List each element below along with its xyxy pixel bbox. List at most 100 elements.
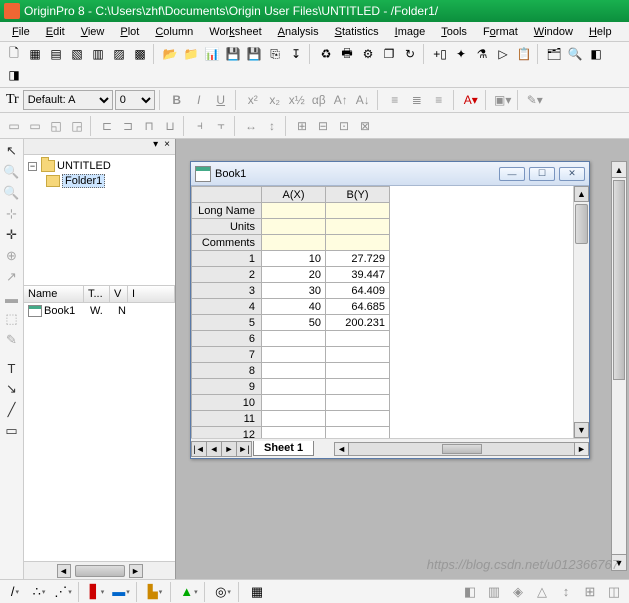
row-units[interactable]: Units: [192, 219, 262, 235]
dist-h-icon[interactable]: ⫞: [190, 116, 210, 136]
print-icon[interactable]: 🖶: [337, 44, 357, 64]
zoom-icon[interactable]: 🔍: [565, 44, 585, 64]
corner-cell[interactable]: [192, 187, 262, 203]
menu-worksheet[interactable]: Worksheet: [201, 24, 269, 40]
row-header[interactable]: 7: [192, 347, 262, 363]
link-icon[interactable]: ⊡: [334, 116, 354, 136]
cell[interactable]: 64.409: [326, 283, 390, 299]
cell[interactable]: 50: [262, 315, 326, 331]
cell[interactable]: [326, 347, 390, 363]
cell[interactable]: [262, 395, 326, 411]
contour-plot-icon[interactable]: ◎: [212, 582, 234, 602]
row-header[interactable]: 1: [192, 251, 262, 267]
stats-plot-icon[interactable]: ⊞: [579, 582, 601, 602]
cell[interactable]: [262, 203, 326, 219]
cell[interactable]: 30: [262, 283, 326, 299]
tool-b-icon[interactable]: ◨: [4, 65, 24, 85]
scroll-right-icon[interactable]: ►: [129, 564, 143, 578]
explorer-hscroll[interactable]: ◄ ►: [24, 561, 175, 579]
save-icon[interactable]: 💾: [223, 44, 243, 64]
scroll-up-icon[interactable]: ▲: [574, 186, 589, 202]
underline-icon[interactable]: U: [211, 90, 231, 110]
text-tool-icon[interactable]: T: [2, 358, 22, 378]
same-w-icon[interactable]: ↔: [241, 116, 261, 136]
align-b-icon[interactable]: ⊔: [160, 116, 180, 136]
line-color-icon[interactable]: ✎▾: [525, 90, 545, 110]
hscroll-right-icon[interactable]: ►: [574, 443, 588, 455]
same-h-icon[interactable]: ↕: [262, 116, 282, 136]
new-matrix-icon[interactable]: ▥: [88, 44, 108, 64]
new-notes-icon[interactable]: ▩: [130, 44, 150, 64]
cell[interactable]: [262, 363, 326, 379]
mask-icon[interactable]: ▬: [2, 288, 22, 308]
cell[interactable]: 20: [262, 267, 326, 283]
cell[interactable]: [262, 427, 326, 439]
save-template-icon[interactable]: 💾: [244, 44, 264, 64]
font-size-select[interactable]: 0: [115, 90, 155, 110]
column-plot-icon[interactable]: ▋: [86, 582, 108, 602]
row-header[interactable]: 3: [192, 283, 262, 299]
row-header[interactable]: 10: [192, 395, 262, 411]
explorer-dropdown-icon[interactable]: ▾: [150, 139, 161, 154]
duplicate-icon[interactable]: ❐: [379, 44, 399, 64]
data-selector-icon[interactable]: ↗: [2, 267, 22, 287]
fill-color-icon[interactable]: ▣▾: [493, 90, 513, 110]
mdi-scroll-up-icon[interactable]: ▲: [612, 162, 626, 178]
align-center-icon[interactable]: ≣: [407, 90, 427, 110]
maximize-icon[interactable]: ☐: [529, 167, 555, 181]
cell[interactable]: [262, 379, 326, 395]
cell[interactable]: [326, 395, 390, 411]
cell[interactable]: [262, 219, 326, 235]
sheet-tab[interactable]: Sheet 1: [253, 441, 314, 456]
col-name[interactable]: Name: [24, 286, 84, 302]
slideshow-icon[interactable]: ▷: [493, 44, 513, 64]
template-icon[interactable]: ◧: [459, 582, 481, 602]
menu-analysis[interactable]: Analysis: [270, 24, 327, 40]
menu-tools[interactable]: Tools: [433, 24, 475, 40]
row-header[interactable]: 6: [192, 331, 262, 347]
back-icon[interactable]: ◲: [67, 116, 87, 136]
import-wizard-icon[interactable]: ⎘: [265, 44, 285, 64]
cell[interactable]: [262, 235, 326, 251]
col-type[interactable]: T...: [84, 286, 110, 302]
scroll-down-icon[interactable]: ▼: [574, 422, 589, 438]
col-header-a[interactable]: A(X): [262, 187, 326, 203]
line-plot-icon[interactable]: /: [4, 582, 26, 602]
hscroll-left-icon[interactable]: ◄: [335, 443, 349, 455]
draw-data-icon[interactable]: ✎: [2, 330, 22, 350]
scatter-plot-icon[interactable]: ∴: [28, 582, 50, 602]
add-column-icon[interactable]: +▯: [430, 44, 450, 64]
recalculate-icon[interactable]: ♻: [316, 44, 336, 64]
new-excel-icon[interactable]: ▤: [46, 44, 66, 64]
bar-plot-icon[interactable]: ▬: [110, 582, 132, 602]
minimize-icon[interactable]: —: [499, 167, 525, 181]
sheet-hscroll[interactable]: ◄ ►: [334, 442, 589, 456]
front-icon[interactable]: ◱: [46, 116, 66, 136]
cell[interactable]: 39.447: [326, 267, 390, 283]
stock-icon[interactable]: ↕: [555, 582, 577, 602]
pointer-icon[interactable]: ↖: [2, 141, 22, 161]
cell[interactable]: [326, 203, 390, 219]
3d-bars-icon[interactable]: ▥: [483, 582, 505, 602]
row-header[interactable]: 8: [192, 363, 262, 379]
code-builder-icon[interactable]: ⚗: [472, 44, 492, 64]
area-plot-icon[interactable]: ▙: [144, 582, 166, 602]
mdi-vscroll[interactable]: ▲ ▼: [611, 161, 627, 571]
row-header[interactable]: 2: [192, 267, 262, 283]
scroll-thumb[interactable]: [75, 565, 125, 577]
xray-icon[interactable]: ✦: [451, 44, 471, 64]
tab-next-icon[interactable]: ►: [221, 441, 237, 457]
menu-format[interactable]: Format: [475, 24, 526, 40]
align-t-icon[interactable]: ⊓: [139, 116, 159, 136]
misc-plot-icon[interactable]: ◫: [603, 582, 625, 602]
import-ascii-icon[interactable]: ↧: [286, 44, 306, 64]
hscroll-thumb[interactable]: [442, 444, 482, 454]
menu-help[interactable]: Help: [581, 24, 620, 40]
open-excel-file-icon[interactable]: 📊: [202, 44, 222, 64]
batch-icon[interactable]: ⚙: [358, 44, 378, 64]
menu-edit[interactable]: Edit: [38, 24, 73, 40]
tool-a-icon[interactable]: ◧: [586, 44, 606, 64]
cell[interactable]: [326, 427, 390, 439]
snap-icon[interactable]: ⊞: [292, 116, 312, 136]
group-icon[interactable]: ▭: [4, 116, 24, 136]
